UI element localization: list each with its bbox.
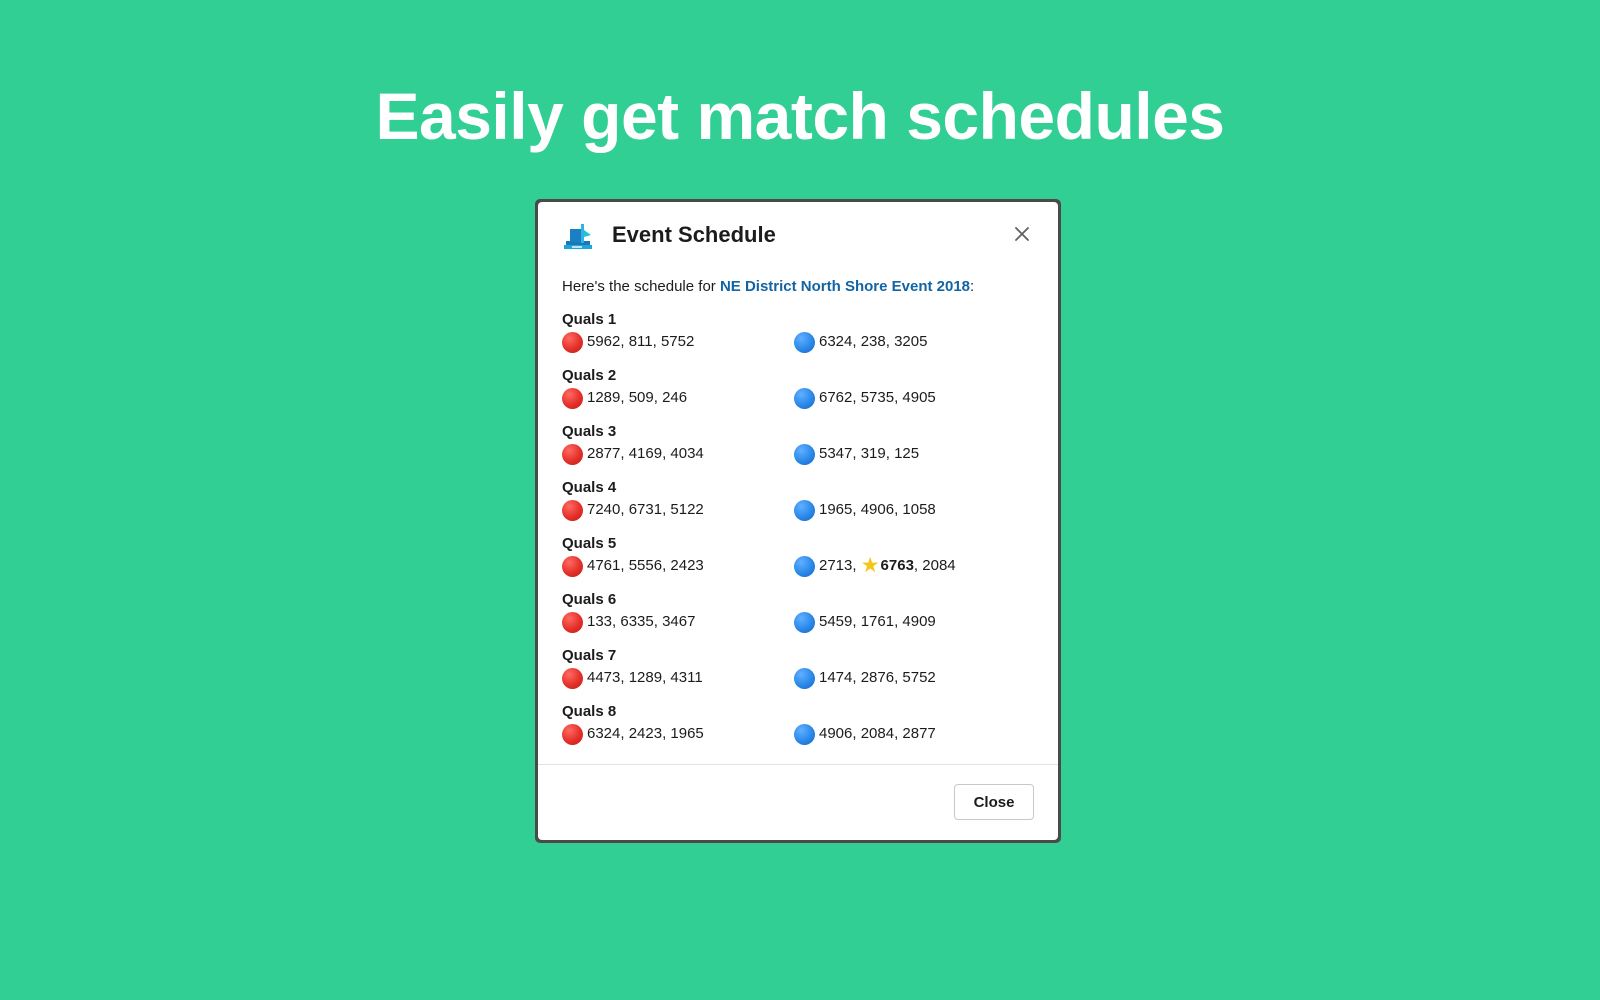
blue-circle-icon [794,723,815,745]
match-alliances: 7240, 6731, 5122 1965, 4906, 1058 [562,498,1038,522]
match-item: Quals 5 4761, 5556, 2423 2713, ★ 6763, 2084 [562,534,1038,590]
red-circle-icon [562,387,583,409]
red-alliance: 2877, 4169, 4034 [562,442,704,466]
blue-alliance-teams: 6762, 5735, 4905 [819,389,936,406]
match-title: Quals 5 [562,535,617,552]
red-alliance-teams: 4473, 1289, 4311 [587,669,703,686]
red-alliance: 6324, 2423, 1965 [562,722,704,746]
red-alliance-teams: 2877, 4169, 4034 [587,445,704,462]
match-item: Quals 6 133, 6335, 3467 5459, 1761, 4909 [562,590,1038,646]
blue-alliance-teams: 1474, 2876, 5752 [819,669,936,686]
blue-alliance-teams: 4906, 2084, 2877 [819,725,936,742]
red-circle-icon [562,667,583,689]
red-alliance: 4473, 1289, 4311 [562,666,703,690]
blue-alliance-teams: 1965, 4906, 1058 [819,501,936,518]
match-item: Quals 2 1289, 509, 246 6762, 5735, 4905 [562,366,1038,422]
blue-alliance: 5347, 319, 125 [794,442,919,466]
match-alliances: 6324, 2423, 1965 4906, 2084, 2877 [562,722,1038,746]
match-item: Quals 4 7240, 6731, 5122 1965, 4906, 1058 [562,478,1038,534]
red-alliance: 133, 6335, 3467 [562,610,695,634]
red-alliance-teams: 4761, 5556, 2423 [587,557,704,574]
footer-divider [538,764,1058,765]
red-circle-icon [562,723,583,745]
blue-alliance: 4906, 2084, 2877 [794,722,936,746]
close-button[interactable]: Close [954,784,1034,820]
red-alliance-teams: 1289, 509, 246 [587,389,688,406]
match-alliances: 133, 6335, 3467 5459, 1761, 4909 [562,610,1038,634]
blue-alliance: 2713, ★ 6763, 2084 [794,554,956,578]
match-alliances: 2877, 4169, 4034 5347, 319, 125 [562,442,1038,466]
red-circle-icon [562,611,583,633]
modal-title: Event Schedule [612,222,776,247]
robot-app-icon [562,220,594,252]
red-alliance: 1289, 509, 246 [562,386,687,410]
match-alliances: 5962, 811, 5752 6324, 238, 3205 [562,330,1038,354]
red-alliance-teams: 7240, 6731, 5122 [587,501,704,518]
blue-circle-icon [794,555,815,577]
blue-alliance: 1965, 4906, 1058 [794,498,936,522]
match-title: Quals 7 [562,647,617,664]
blue-alliance-teams-after: , 2084 [913,557,956,574]
match-item: Quals 8 6324, 2423, 1965 4906, 2084, 2877 [562,702,1038,758]
red-alliance: 7240, 6731, 5122 [562,498,704,522]
match-title: Quals 2 [562,367,617,384]
blue-circle-icon [794,499,815,521]
close-icon[interactable] [1010,222,1034,246]
blue-alliance-teams-before: 2713, [819,557,861,574]
match-title: Quals 3 [562,423,617,440]
red-alliance-teams: 5962, 811, 5752 [587,333,695,350]
match-item: Quals 3 2877, 4169, 4034 5347, 319, 125 [562,422,1038,478]
highlighted-team: 6763 [880,557,914,574]
blue-circle-icon [794,331,815,353]
blue-alliance-teams: 6324, 238, 3205 [819,333,928,350]
match-alliances: 4473, 1289, 4311 1474, 2876, 5752 [562,666,1038,690]
match-title: Quals 4 [562,479,617,496]
blue-alliance: 1474, 2876, 5752 [794,666,936,690]
event-link[interactable]: NE District North Shore Event 2018 [720,278,970,295]
match-list: Quals 1 5962, 811, 5752 6324, 238, 3205 Qua… [562,310,1038,758]
modal-body: Here's the schedule for NE District Nort… [562,276,1038,758]
red-circle-icon [562,555,583,577]
blue-alliance-teams: 5347, 319, 125 [819,445,920,462]
match-item: Quals 1 5962, 811, 5752 6324, 238, 3205 [562,310,1038,366]
blue-circle-icon [794,611,815,633]
red-alliance-teams: 6324, 2423, 1965 [587,725,704,742]
red-circle-icon [562,331,583,353]
match-alliances: 4761, 5556, 2423 2713, ★ 6763, 2084 [562,554,1038,578]
blue-circle-icon [794,387,815,409]
star-icon: ★ [860,554,880,577]
match-title: Quals 6 [562,591,617,608]
intro-prefix: Here's the schedule for [562,278,720,295]
red-alliance: 4761, 5556, 2423 [562,554,704,578]
intro-suffix: : [970,278,975,295]
red-alliance-teams: 133, 6335, 3467 [587,613,696,630]
red-circle-icon [562,443,583,465]
intro-text: Here's the schedule for NE District Nort… [562,276,1038,298]
red-alliance: 5962, 811, 5752 [562,330,694,354]
blue-alliance: 6324, 238, 3205 [794,330,927,354]
blue-circle-icon [794,443,815,465]
match-item: Quals 7 4473, 1289, 4311 1474, 2876, 5752 [562,646,1038,702]
blue-alliance: 6762, 5735, 4905 [794,386,936,410]
blue-alliance-teams: 5459, 1761, 4909 [819,613,936,630]
match-alliances: 1289, 509, 246 6762, 5735, 4905 [562,386,1038,410]
page-headline: Easily get match schedules [375,79,1225,153]
event-schedule-modal: Event Schedule Here's the schedule for N… [538,202,1058,840]
blue-alliance: 5459, 1761, 4909 [794,610,936,634]
match-title: Quals 1 [562,311,617,328]
blue-circle-icon [794,667,815,689]
match-title: Quals 8 [562,703,617,720]
modal-header: Event Schedule [538,202,1058,266]
red-circle-icon [562,499,583,521]
